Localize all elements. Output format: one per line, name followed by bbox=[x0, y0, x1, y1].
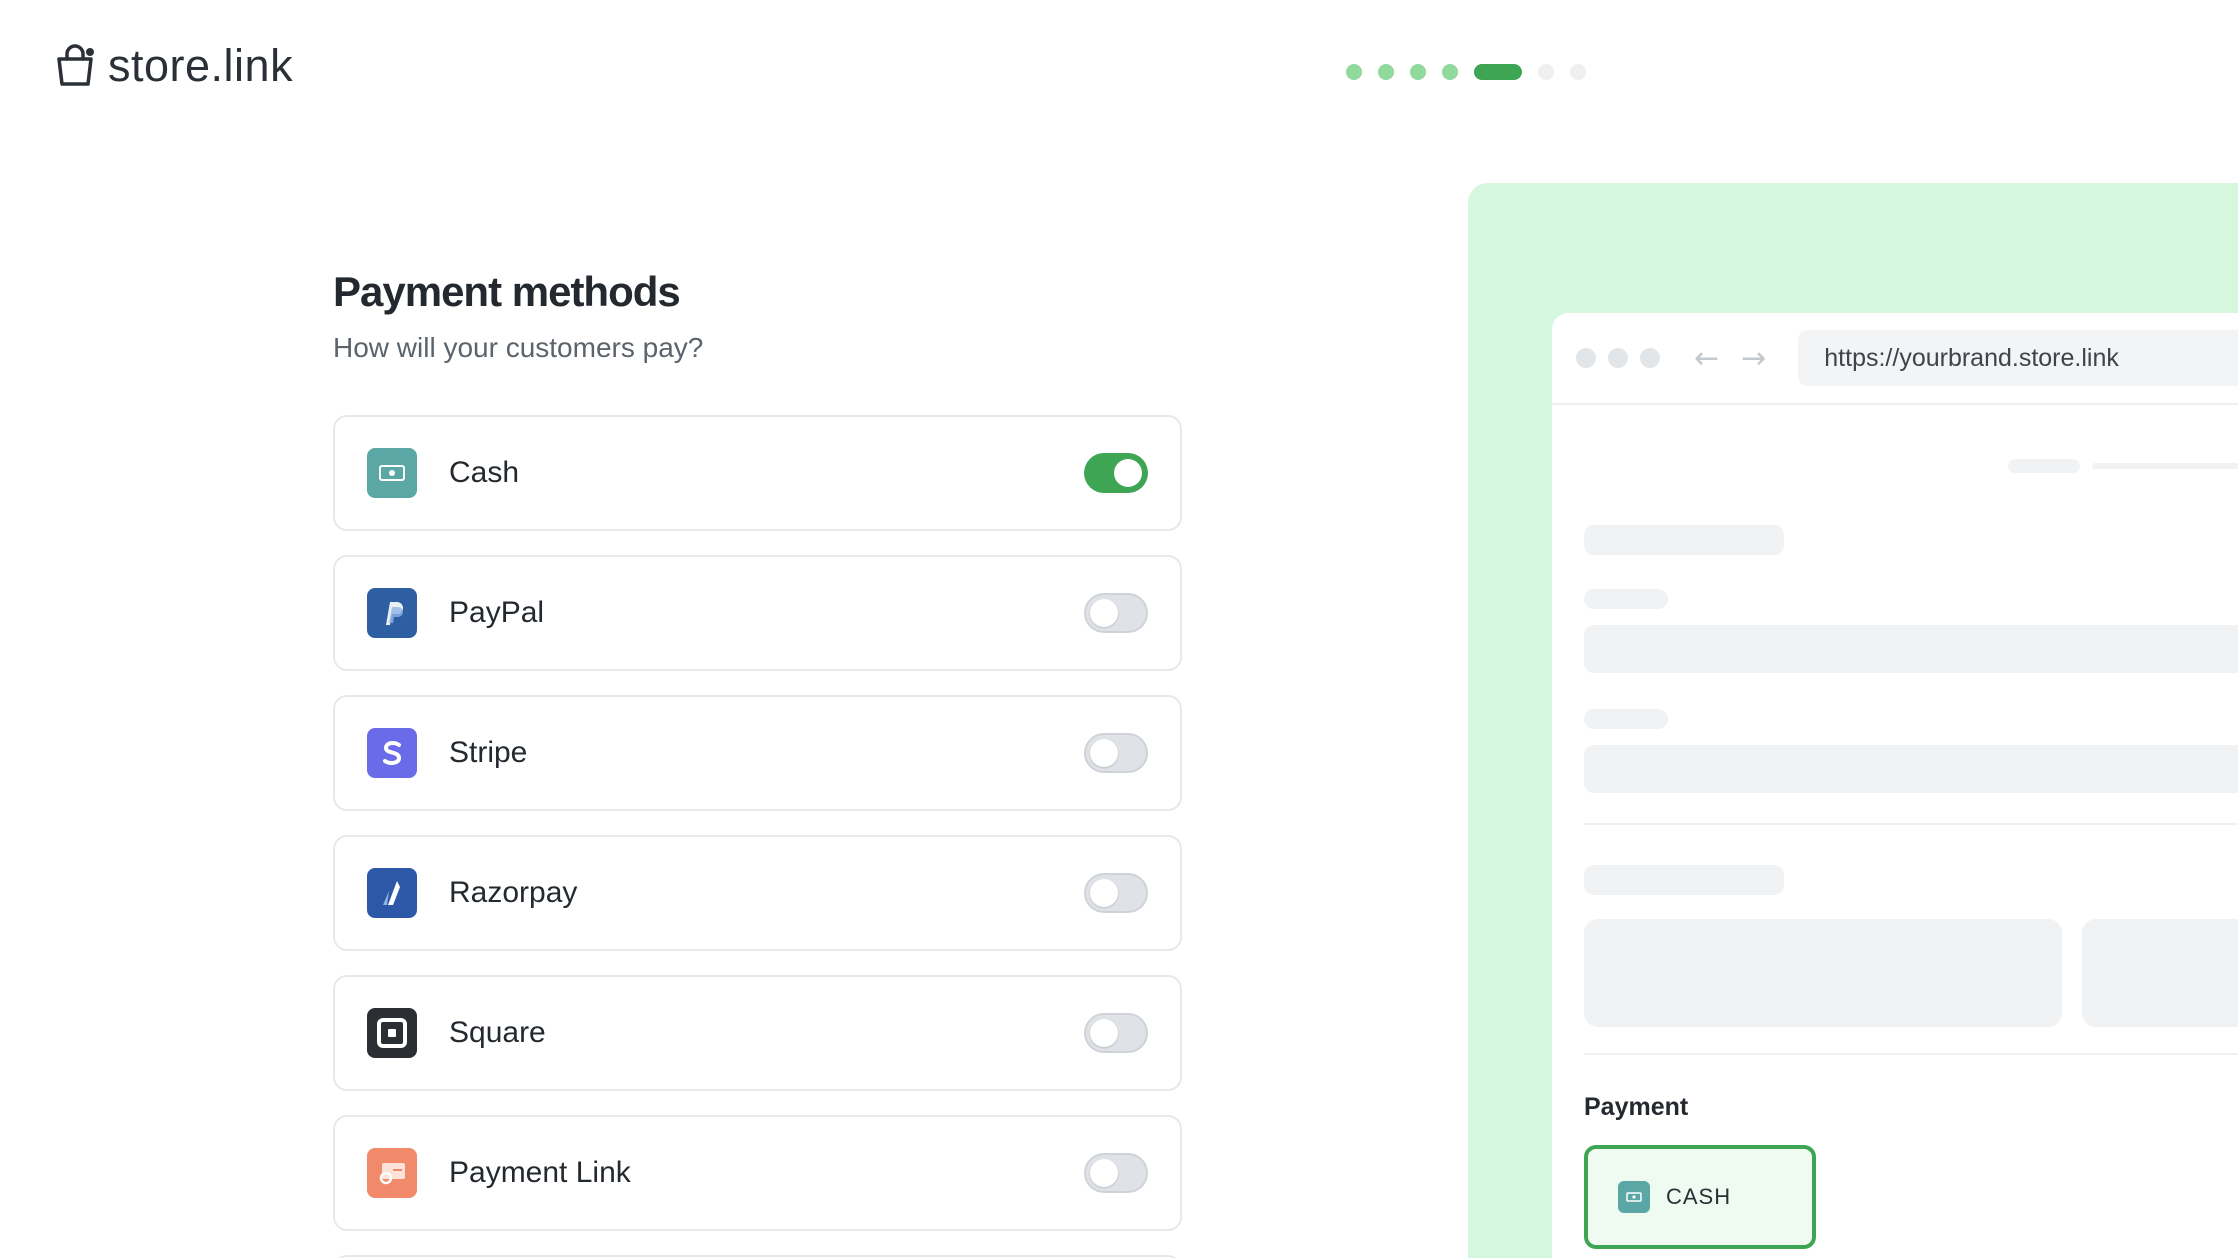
page-subtitle: How will your customers pay? bbox=[333, 332, 704, 363]
step-dot-4 bbox=[1442, 64, 1458, 80]
payment-link-toggle[interactable] bbox=[1084, 1153, 1148, 1193]
payment-method-label: Square bbox=[449, 1016, 546, 1049]
cash-toggle[interactable] bbox=[1084, 453, 1148, 493]
skeleton-nav-b bbox=[2092, 463, 2238, 469]
payment-method-stripe[interactable]: Stripe bbox=[333, 695, 1182, 811]
skeleton-input-1 bbox=[1584, 625, 2238, 673]
toggle-knob bbox=[1090, 879, 1118, 907]
razorpay-icon bbox=[367, 868, 417, 918]
section-heading: Payment methods How will your customers … bbox=[333, 268, 703, 364]
brand-logo[interactable]: store.link bbox=[52, 40, 293, 92]
forward-arrow-icon: → bbox=[1741, 340, 1767, 376]
payment-method-label: Payment Link bbox=[449, 1156, 631, 1189]
cash-icon bbox=[367, 448, 417, 498]
step-dot-6 bbox=[1538, 64, 1554, 80]
back-arrow-icon: ← bbox=[1694, 340, 1720, 376]
step-dot-1 bbox=[1346, 64, 1362, 80]
payment-method-label: PayPal bbox=[449, 596, 545, 629]
step-dot-7 bbox=[1570, 64, 1586, 80]
payment-method-razorpay[interactable]: Razorpay bbox=[333, 835, 1182, 951]
payment-method-payment-link[interactable]: Payment Link bbox=[333, 1115, 1182, 1231]
square-icon bbox=[367, 1008, 417, 1058]
skeleton-card-2 bbox=[2082, 919, 2238, 1027]
stripe-icon bbox=[367, 728, 417, 778]
window-dot-maximize bbox=[1640, 348, 1660, 368]
preview-payment-title: Payment bbox=[1584, 1093, 1689, 1121]
window-dot-close bbox=[1576, 348, 1596, 368]
storefront-preview: ← → https://yourbrand.store.link Payment… bbox=[1468, 183, 2238, 1258]
paypal-toggle[interactable] bbox=[1084, 593, 1148, 633]
browser-toolbar: ← → https://yourbrand.store.link bbox=[1552, 313, 2238, 405]
payment-method-label: Cash bbox=[449, 456, 520, 489]
preview-payment-chip-label: CASH bbox=[1666, 1184, 1732, 1209]
toggle-knob bbox=[1114, 459, 1142, 487]
step-dot-current bbox=[1474, 64, 1522, 80]
skeleton-card-1 bbox=[1584, 919, 2062, 1027]
razorpay-toggle[interactable] bbox=[1084, 873, 1148, 913]
payment-methods-list: Cash PayPal Stripe Razorpay Square Payme… bbox=[333, 415, 1182, 1258]
page-title: Payment methods bbox=[333, 268, 681, 315]
browser-mockup: ← → https://yourbrand.store.link Payment… bbox=[1552, 313, 2238, 1258]
step-dot-3 bbox=[1410, 64, 1426, 80]
skeleton-label-1 bbox=[1584, 589, 1668, 609]
step-progress bbox=[1346, 64, 1586, 80]
payment-link-icon bbox=[367, 1148, 417, 1198]
payment-method-paypal[interactable]: PayPal bbox=[333, 555, 1182, 671]
square-toggle[interactable] bbox=[1084, 1013, 1148, 1053]
brand-name: store.link bbox=[108, 40, 294, 91]
payment-method-square[interactable]: Square bbox=[333, 975, 1182, 1091]
preview-divider-2 bbox=[1584, 1053, 2238, 1055]
address-bar: https://yourbrand.store.link bbox=[1798, 330, 2238, 386]
paypal-icon bbox=[367, 588, 417, 638]
toggle-knob bbox=[1090, 739, 1118, 767]
skeleton-title bbox=[1584, 525, 1784, 555]
toggle-knob bbox=[1090, 1019, 1118, 1047]
payment-method-label: Razorpay bbox=[449, 876, 578, 909]
step-dot-2 bbox=[1378, 64, 1394, 80]
skeleton-nav-a bbox=[2008, 459, 2080, 473]
payment-method-label: Stripe bbox=[449, 736, 528, 769]
toggle-knob bbox=[1090, 599, 1118, 627]
payment-method-cash[interactable]: Cash bbox=[333, 415, 1182, 531]
preview-divider-1 bbox=[1584, 823, 2238, 825]
cash-icon bbox=[1618, 1181, 1650, 1213]
skeleton-label-2 bbox=[1584, 709, 1668, 729]
window-dot-minimize bbox=[1608, 348, 1628, 368]
shopping-bag-icon bbox=[57, 44, 94, 86]
skeleton-input-2 bbox=[1584, 745, 2238, 793]
preview-payment-chip: CASH bbox=[1584, 1145, 1816, 1249]
skeleton-subtitle bbox=[1584, 865, 1784, 895]
toggle-knob bbox=[1090, 1159, 1118, 1187]
stripe-toggle[interactable] bbox=[1084, 733, 1148, 773]
